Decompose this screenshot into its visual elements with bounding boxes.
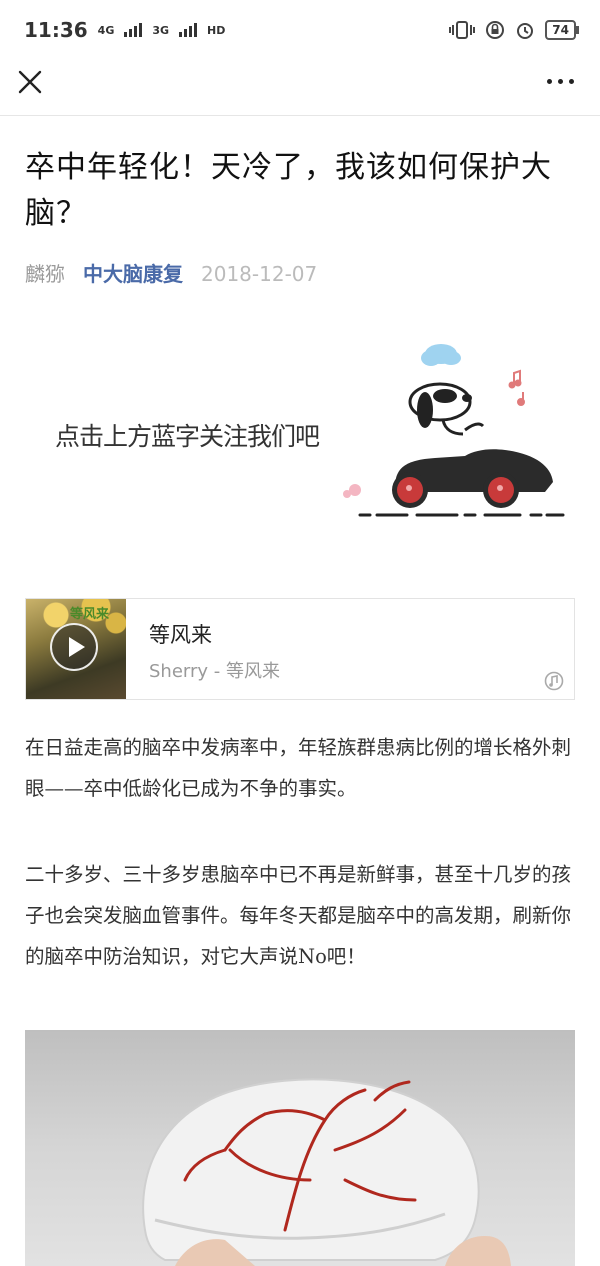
snoopy-car-illustration [343, 344, 565, 517]
song-title: 等风来 [149, 623, 212, 647]
battery-icon: 74 [545, 20, 579, 40]
status-right: 74 [449, 20, 579, 40]
alarm-icon [517, 23, 534, 39]
song-artist: Sherry - 等风来 [149, 661, 280, 682]
brain-model-image [142, 1078, 511, 1266]
paragraph: 二十多岁、三十多岁患脑卒中已不再是新鲜事，甚至十几岁的孩子也会突发脑血管事件。每… [25, 863, 572, 968]
music-note-icon [508, 369, 525, 406]
hd-label: HD [207, 23, 226, 37]
author: 麟猕 [25, 262, 65, 286]
top-bar [0, 60, 600, 116]
network-4g-label: 4G [97, 23, 115, 37]
follow-banner: 点击上方蓝字关注我们吧 [25, 330, 575, 530]
status-time: 11:36 [24, 18, 88, 42]
status-left: 11:36 4G 3G HD [24, 18, 225, 42]
paragraph: 在日益走高的脑卒中发病率中，年轻族群患病比例的增长格外刺眼——卒中低龄化已成为不… [25, 736, 572, 800]
publish-date: 2018-12-07 [201, 262, 318, 286]
music-logo-icon [544, 671, 564, 691]
dot-icon [569, 79, 574, 84]
signal-icon-2 [179, 23, 198, 37]
status-bar: 11:36 4G 3G HD 74 [0, 0, 600, 60]
article-meta: 麟猕 中大脑康复 2018-12-07 [25, 258, 317, 287]
album-cover: 等风来 [26, 599, 126, 699]
lock-rotation-icon [486, 21, 505, 39]
network-3g-label: 3G [152, 23, 170, 37]
cloud-icon [421, 344, 461, 366]
dot-icon [558, 79, 563, 84]
car-icon [392, 449, 553, 508]
article-title: 卒中年轻化！天冷了，我该如何保护大脑？ [25, 150, 552, 231]
dot-icon [547, 79, 552, 84]
play-button[interactable] [50, 623, 98, 671]
album-cover-title: 等风来 [70, 607, 110, 622]
snoopy-icon [408, 382, 485, 436]
brain-model-photo [25, 1030, 575, 1266]
account-link[interactable]: 中大脑康复 [83, 258, 183, 287]
close-icon[interactable] [16, 68, 44, 96]
exhaust-puff-icon [343, 484, 361, 498]
more-options-button[interactable] [547, 79, 574, 84]
music-card[interactable]: 等风来 等风来 Sherry - 等风来 [25, 598, 575, 700]
vibrate-icon [449, 21, 476, 39]
signal-icon [124, 23, 143, 37]
